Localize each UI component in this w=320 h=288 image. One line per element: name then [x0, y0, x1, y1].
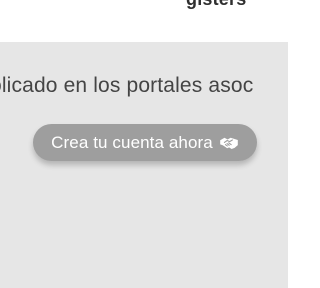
top-cut-text: gisters: [186, 0, 246, 10]
panel-description: olicado en los portales asoc: [0, 74, 254, 97]
create-account-label: Crea tu cuenta ahora: [51, 132, 213, 152]
page: gisters olicado en los portales asoc Cre…: [0, 0, 288, 288]
top-strip: gisters: [0, 0, 288, 42]
handshake-icon: [219, 135, 239, 151]
create-account-button[interactable]: Crea tu cuenta ahora: [33, 124, 257, 161]
info-panel: olicado en los portales asoc Crea tu cue…: [0, 42, 288, 288]
